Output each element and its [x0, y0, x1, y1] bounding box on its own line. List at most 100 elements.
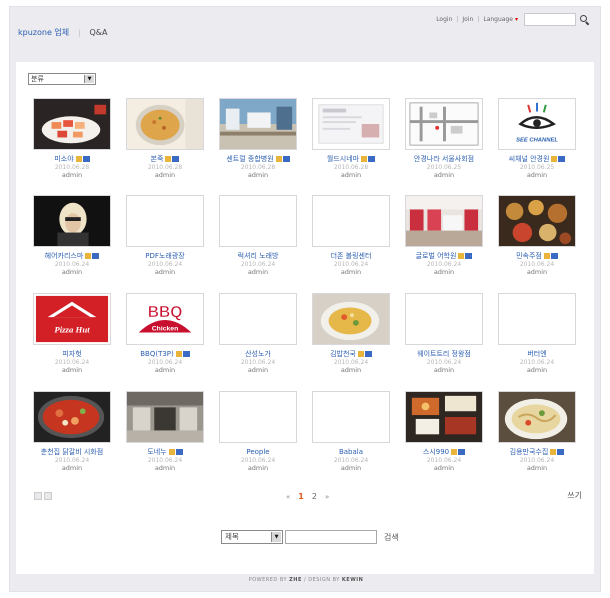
item-title-text[interactable]: 김밥천국 — [330, 350, 356, 358]
thumbnail-image[interactable]: BBQ Chicken — [126, 293, 204, 345]
gallery-item[interactable]: People 2010.06.24 admin — [217, 391, 299, 473]
item-title-text[interactable]: 김용만국수집 — [510, 448, 549, 456]
item-title[interactable]: 글로벌 어학원 — [403, 252, 485, 261]
thumbnail-image[interactable] — [312, 293, 390, 345]
thumbnail-image[interactable] — [33, 391, 111, 443]
thumbnail-image[interactable] — [312, 195, 390, 247]
item-title[interactable]: 헤어카리스마 — [31, 252, 113, 261]
thumbnail-image[interactable] — [405, 195, 483, 247]
item-title-text[interactable]: 스시990 — [423, 448, 449, 456]
search-field-select[interactable]: 제목 ▼ — [221, 530, 283, 544]
item-title[interactable]: 스시990 — [403, 448, 485, 457]
search-input[interactable] — [285, 530, 377, 544]
item-title[interactable]: 웨이트트리 정왕점 — [403, 350, 485, 359]
list-view-icon[interactable] — [34, 492, 42, 500]
thumbnail-image[interactable]: Pizza Hut — [33, 293, 111, 345]
chevron-down-icon[interactable]: ▼ — [84, 75, 94, 83]
item-title-text[interactable]: 헤어카리스마 — [45, 252, 84, 260]
gallery-item[interactable]: 미소야 2010.06.28 admin — [31, 98, 113, 180]
item-title-text[interactable]: 민속주점 — [516, 252, 542, 260]
item-title-text[interactable]: 피자헛 — [62, 350, 81, 358]
gallery-item[interactable]: 럭셔리 노래방 2010.06.24 admin — [217, 195, 299, 277]
item-title[interactable]: 산성노가 — [217, 350, 299, 359]
item-title-text[interactable]: 산성노가 — [245, 350, 271, 358]
gallery-item[interactable]: 헤어카리스마 2010.06.24 admin — [31, 195, 113, 277]
login-link[interactable]: Login — [436, 16, 452, 23]
join-link[interactable]: Join — [462, 16, 473, 23]
item-title[interactable]: BBQ(T3P) — [124, 350, 206, 359]
item-title[interactable]: 센트럴 종합병원 — [217, 155, 299, 164]
next-page-link[interactable]: » — [325, 493, 329, 501]
thumbnail-image[interactable] — [219, 98, 297, 150]
item-title[interactable]: 춘천집 닭갈비 시화점 — [31, 448, 113, 457]
item-title[interactable]: People — [217, 448, 299, 457]
item-title-text[interactable]: 글로벌 어학원 — [416, 252, 457, 260]
item-title-text[interactable]: 버터엔 — [527, 350, 546, 358]
search-icon[interactable] — [579, 14, 590, 25]
search-button[interactable]: 검색 — [384, 532, 399, 543]
thumbnail-image[interactable] — [33, 98, 111, 150]
item-title[interactable]: PDF노래광장 — [124, 252, 206, 261]
gallery-item[interactable]: PDF노래광장 2010.06.24 admin — [124, 195, 206, 277]
item-title-text[interactable]: 미소야 — [54, 155, 73, 163]
gallery-item[interactable]: 안경나라 서울사회점 2010.06.25 admin — [403, 98, 485, 180]
item-title[interactable]: 김밥천국 — [310, 350, 392, 359]
thumbnail-image[interactable] — [405, 391, 483, 443]
gallery-item[interactable]: 더존 볼링센터 2010.06.24 admin — [310, 195, 392, 277]
item-title[interactable]: 월드시네마 — [310, 155, 392, 164]
thumbnail-image[interactable] — [126, 391, 204, 443]
item-title[interactable]: Babala — [310, 448, 392, 457]
item-title-text[interactable]: 안경나라 서울사회점 — [414, 155, 474, 163]
gallery-item[interactable]: Pizza Hut 피자헛 2010.06.24 admin — [31, 293, 113, 375]
item-title-text[interactable]: Babala — [339, 448, 363, 456]
item-title-text[interactable]: PDF노래광장 — [145, 252, 184, 260]
gallery-item[interactable]: 스시990 2010.06.24 admin — [403, 391, 485, 473]
gallery-item[interactable]: 본죽 2010.06.28 admin — [124, 98, 206, 180]
thumbnail-image[interactable]: SEE CHANNEL — [498, 98, 576, 150]
item-title-text[interactable]: 춘천집 닭갈비 시화점 — [41, 448, 103, 456]
item-title[interactable]: 버터엔 — [496, 350, 578, 359]
item-title-text[interactable]: 월드시네마 — [327, 155, 359, 163]
item-title-text[interactable]: 본죽 — [151, 155, 164, 163]
thumbnail-image[interactable] — [405, 98, 483, 150]
thumbnail-image[interactable] — [498, 391, 576, 443]
gallery-view-icon[interactable] — [44, 492, 52, 500]
item-title[interactable]: 럭셔리 노래방 — [217, 252, 299, 261]
item-title-text[interactable]: 럭셔리 노래방 — [238, 252, 279, 260]
item-title-text[interactable]: 웨이트트리 정왕점 — [417, 350, 471, 358]
item-title[interactable]: 안경나라 서울사회점 — [403, 155, 485, 164]
chevron-down-icon[interactable]: ▼ — [271, 532, 281, 542]
thumbnail-image[interactable] — [312, 391, 390, 443]
gallery-item[interactable]: 월드시네마 2010.06.28 admin — [310, 98, 392, 180]
language-menu[interactable]: Language — [483, 16, 513, 23]
site-title[interactable]: kpuzone 업체 — [18, 27, 69, 38]
item-title-text[interactable]: 센트럴 종합병원 — [226, 155, 273, 163]
gallery-item[interactable]: 센트럴 종합병원 2010.06.28 admin — [217, 98, 299, 180]
thumbnail-image[interactable] — [219, 391, 297, 443]
gallery-item[interactable]: Babala 2010.06.24 admin — [310, 391, 392, 473]
section-title[interactable]: Q&A — [90, 28, 108, 37]
item-title-text[interactable]: 도네누 — [147, 448, 166, 456]
gallery-item[interactable]: 글로벌 어학원 2010.06.24 admin — [403, 195, 485, 277]
thumbnail-image[interactable] — [126, 98, 204, 150]
write-button[interactable]: 쓰기 — [567, 490, 582, 501]
prev-page-link[interactable]: « — [286, 493, 290, 501]
item-title-text[interactable]: People — [246, 448, 269, 456]
thumbnail-image[interactable] — [219, 293, 297, 345]
thumbnail-image[interactable] — [219, 195, 297, 247]
gallery-item[interactable]: 도네누 2010.06.24 admin — [124, 391, 206, 473]
gallery-item[interactable]: 산성노가 2010.06.24 admin — [217, 293, 299, 375]
thumbnail-image[interactable] — [33, 195, 111, 247]
category-select[interactable]: 분류 ▼ — [28, 73, 96, 85]
item-title[interactable]: 민속주점 — [496, 252, 578, 261]
site-search-input[interactable] — [524, 13, 576, 26]
page-link[interactable]: 2 — [312, 492, 317, 501]
thumbnail-image[interactable] — [498, 293, 576, 345]
gallery-item[interactable]: 버터엔 2010.06.24 admin — [496, 293, 578, 375]
item-title[interactable]: 본죽 — [124, 155, 206, 164]
item-title[interactable]: 미소야 — [31, 155, 113, 164]
gallery-item[interactable]: SEE CHANNEL 씨채널 안경원 2010.06.25 admin — [496, 98, 578, 180]
thumbnail-image[interactable] — [126, 195, 204, 247]
gallery-item[interactable]: 김용만국수집 2010.06.24 admin — [496, 391, 578, 473]
item-title-text[interactable]: 더존 볼링센터 — [331, 252, 372, 260]
